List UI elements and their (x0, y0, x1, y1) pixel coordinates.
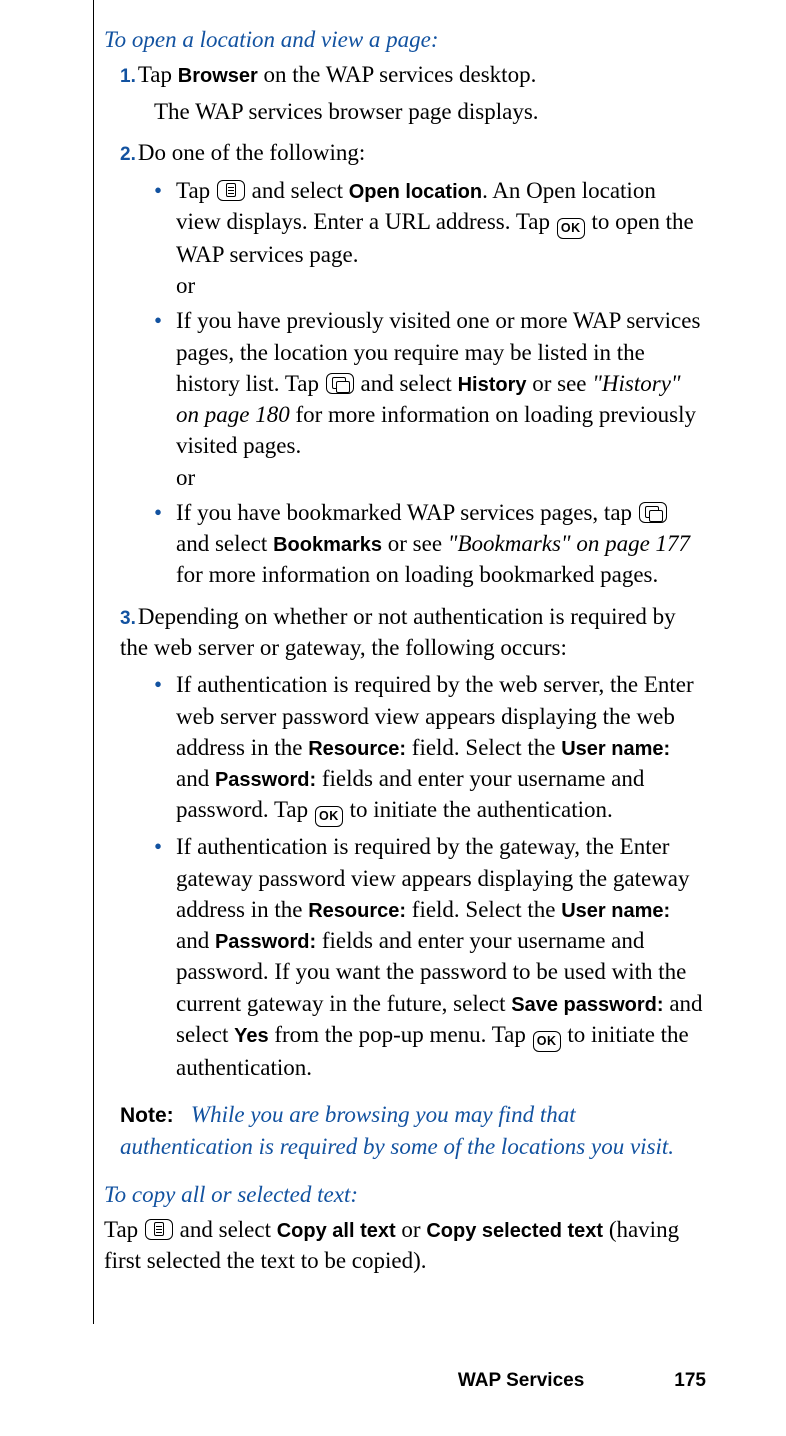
gw-m2: and (176, 928, 215, 953)
b3-post: for more information on loading bookmark… (176, 562, 658, 587)
step-1-text: Tap Browser on the WAP services desktop. (138, 62, 536, 87)
copy-selected-text-label: Copy selected text (426, 1220, 603, 1242)
ws-m2: and (176, 766, 215, 791)
gw-m5: from the pop-up menu. Tap (269, 1022, 532, 1047)
step-3: 3.Depending on whether or not authentica… (120, 601, 706, 1083)
ws-m1: field. Select the (406, 735, 561, 760)
cp-m2: or (396, 1217, 427, 1242)
bullet-open-location: Tap and select Open location. An Open lo… (154, 175, 706, 302)
open-location-label: Open location (349, 181, 482, 203)
ok-icon-3 (533, 1031, 561, 1052)
b3-m2: or see (382, 531, 448, 556)
step-2-number: 2. (120, 144, 136, 165)
yes-label: Yes (234, 1025, 268, 1047)
username-label-2: User name: (561, 900, 670, 922)
history-label: History (458, 374, 527, 396)
or-1: or (176, 270, 706, 301)
step-1-pre: Tap (138, 62, 178, 87)
ok-icon (557, 218, 585, 239)
page: To open a location and view a page: 1.Ta… (0, 0, 786, 1436)
menu-icon (217, 180, 245, 201)
b3-pre: If you have bookmarked WAP services page… (176, 500, 638, 525)
step-3-number: 3. (120, 608, 136, 629)
step-1-followup: The WAP services browser page displays. (154, 96, 706, 127)
note-label: Note: (120, 1104, 174, 1127)
gw-m1: field. Select the (406, 897, 561, 922)
step-1: 1.Tap Browser on the WAP services deskto… (120, 59, 706, 128)
section-copy-text: To copy all or selected text: Tap and se… (104, 1181, 706, 1276)
b1-m1: and select (246, 178, 349, 203)
or-2: or (176, 462, 706, 493)
step-1-number: 1. (120, 66, 136, 87)
copy-paragraph: Tap and select Copy all text or Copy sel… (104, 1214, 706, 1277)
b2-m1: and select (355, 371, 458, 396)
bullet-history: If you have previously visited one or mo… (154, 305, 706, 493)
step-2: 2.Do one of the following: Tap and selec… (120, 137, 706, 590)
b3-m1: and select (176, 531, 273, 556)
resource-label-1: Resource: (308, 738, 406, 760)
cp-pre: Tap (104, 1217, 144, 1242)
b2-m2: or see (526, 371, 592, 396)
section-heading-copy: To copy all or selected text: (104, 1181, 706, 1210)
bookmarks-ref: "Bookmarks" on page 177 (448, 531, 690, 556)
step-3-text: Depending on whether or not authenticati… (120, 604, 676, 660)
bullet-gateway-auth: If authentication is required by the gat… (154, 831, 706, 1083)
cp-m1: and select (174, 1217, 277, 1242)
step-2-bullets: Tap and select Open location. An Open lo… (120, 175, 706, 591)
page-footer: WAP Services 175 (458, 1370, 706, 1392)
note: Note: While you are browsing you may fin… (120, 1099, 706, 1163)
ws-post: to initiate the authentication. (344, 797, 613, 822)
copy-all-text-label: Copy all text (277, 1220, 396, 1242)
bullet-web-server-auth: If authentication is required by the web… (154, 669, 706, 827)
password-label-2: Password: (215, 931, 316, 953)
numbered-steps: 1.Tap Browser on the WAP services deskto… (104, 59, 706, 1083)
bullet-bookmarks: If you have bookmarked WAP services page… (154, 497, 706, 591)
step-3-bullets: If authentication is required by the web… (120, 669, 706, 1083)
chapter-title: WAP Services (458, 1370, 584, 1391)
note-body: While you are browsing you may find that… (120, 1102, 674, 1159)
password-label-1: Password: (215, 769, 316, 791)
windows-icon (326, 373, 354, 394)
save-password-label: Save password: (511, 994, 663, 1016)
page-number: 175 (674, 1370, 706, 1392)
windows-icon-2 (639, 502, 667, 523)
step-1-post: on the WAP services desktop. (258, 62, 537, 87)
menu-icon-2 (145, 1219, 173, 1240)
step-2-text: Do one of the following: (138, 140, 365, 165)
left-rule (93, 0, 94, 1324)
bookmarks-label: Bookmarks (273, 534, 382, 556)
browser-label: Browser (178, 65, 258, 87)
section-heading-open-location: To open a location and view a page: (104, 26, 706, 55)
resource-label-2: Resource: (308, 900, 406, 922)
username-label-1: User name: (561, 738, 670, 760)
b1-pre: Tap (176, 178, 216, 203)
ok-icon-2 (315, 806, 343, 827)
